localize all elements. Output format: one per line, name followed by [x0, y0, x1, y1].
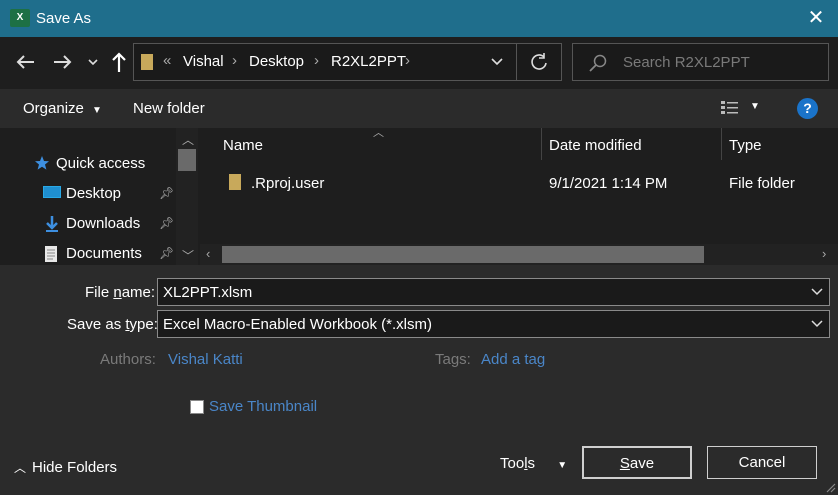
file-name-dropdown-chevron-icon[interactable] [810, 286, 824, 298]
date-modified-cell: 9/1/2021 1:14 PM [549, 175, 668, 192]
pin-icon[interactable]: 📌︎ [159, 216, 174, 230]
column-divider[interactable] [541, 128, 542, 160]
organize-label: Organize [23, 100, 84, 117]
tools-menu-button[interactable]: Tools ▼ [500, 455, 567, 472]
pin-icon[interactable]: 📌︎ [159, 246, 174, 260]
caret-down-icon: ▼ [92, 105, 102, 116]
breadcrumb-separator-icon[interactable]: › [405, 52, 410, 69]
command-bar [0, 89, 838, 128]
folder-icon [140, 53, 154, 71]
folder-icon [228, 173, 242, 191]
sidebar-item-quick-access[interactable]: Quick access [56, 155, 145, 172]
view-options-icon[interactable] [720, 100, 740, 116]
desktop-icon [43, 186, 61, 200]
back-arrow-icon[interactable] [14, 50, 36, 74]
save-button[interactable]: Save [582, 446, 692, 479]
breadcrumb-item-desktop[interactable]: Desktop [249, 53, 304, 70]
address-history-chevron-icon[interactable] [490, 56, 504, 68]
save-thumbnail-label[interactable]: Save Thumbnail [209, 398, 317, 415]
hide-folders-label: Hide Folders [32, 459, 118, 476]
organize-button[interactable]: Organize ▼ [23, 100, 102, 117]
save-as-type-value: Excel Macro-Enabled Workbook (*.xlsm) [163, 316, 432, 333]
search-icon [588, 53, 608, 73]
breadcrumb-item-vishal[interactable]: Vishal [183, 53, 224, 70]
search-placeholder: Search R2XL2PPT [623, 54, 750, 71]
excel-app-icon: X [10, 9, 30, 27]
type-cell: File folder [729, 175, 795, 192]
sort-ascending-icon: ︿ [373, 127, 384, 139]
file-name-cell[interactable]: .Rproj.user [251, 175, 324, 192]
document-icon [44, 245, 58, 263]
download-arrow-icon [44, 215, 60, 233]
file-name-field[interactable]: XL2PPT.xlsm [157, 278, 830, 306]
scroll-down-chevron-icon[interactable]: ﹀ [182, 247, 194, 264]
tags-label: Tags: [435, 351, 471, 368]
forward-arrow-icon[interactable] [52, 50, 74, 74]
resize-grip-icon[interactable] [824, 481, 836, 493]
save-as-type-label: Save as type: [67, 316, 158, 333]
star-icon [34, 155, 50, 171]
file-name-label: File name: [85, 284, 156, 301]
breadcrumb-overflow[interactable]: « [163, 52, 171, 69]
pin-icon[interactable]: 📌︎ [159, 186, 174, 200]
up-arrow-icon[interactable] [109, 50, 129, 74]
scroll-up-chevron-icon[interactable]: ︿ [182, 131, 194, 148]
view-dropdown-caret-icon[interactable]: ▼ [750, 101, 760, 112]
breadcrumb-item-r2xl2ppt[interactable]: R2XL2PPT [331, 53, 406, 70]
authors-label: Authors: [100, 351, 156, 368]
sidebar-scroll-thumb[interactable] [178, 149, 196, 171]
caret-down-icon: ▼ [557, 460, 568, 471]
breadcrumb-separator-icon[interactable]: › [314, 52, 319, 69]
save-as-type-dropdown-chevron-icon[interactable] [810, 318, 824, 330]
breadcrumb-separator-icon[interactable]: › [232, 52, 237, 69]
cancel-button[interactable]: Cancel [707, 446, 817, 479]
column-header-date-modified[interactable]: Date modified [549, 137, 642, 154]
help-icon[interactable]: ? [797, 98, 818, 119]
column-header-name[interactable]: Name [223, 137, 263, 154]
address-divider [516, 43, 517, 81]
recent-locations-chevron-icon[interactable] [86, 50, 100, 74]
chevron-up-icon: ︿ [14, 461, 27, 475]
tags-field[interactable]: Add a tag [481, 351, 545, 368]
title-bar: X Save As ✕ [0, 0, 838, 37]
scroll-left-chevron-icon[interactable]: ‹ [206, 246, 210, 261]
window-title: Save As [36, 10, 92, 27]
hide-folders-button[interactable]: ︿ Hide Folders [14, 459, 117, 476]
authors-field[interactable]: Vishal Katti [168, 351, 243, 368]
sidebar-item-desktop[interactable]: Desktop [66, 185, 121, 202]
new-folder-button[interactable]: New folder [133, 100, 205, 117]
save-thumbnail-checkbox[interactable] [190, 400, 204, 414]
column-header-type[interactable]: Type [729, 137, 762, 154]
close-icon[interactable]: ✕ [804, 6, 828, 30]
scroll-right-chevron-icon[interactable]: › [822, 246, 826, 261]
column-divider[interactable] [721, 128, 722, 160]
file-list-scroll-thumb[interactable] [222, 246, 704, 263]
refresh-icon[interactable] [529, 52, 549, 72]
save-as-type-select[interactable]: Excel Macro-Enabled Workbook (*.xlsm) [157, 310, 830, 338]
file-name-value: XL2PPT.xlsm [163, 284, 253, 301]
sidebar-item-downloads[interactable]: Downloads [66, 215, 140, 232]
sidebar-item-documents[interactable]: Documents [66, 245, 142, 262]
